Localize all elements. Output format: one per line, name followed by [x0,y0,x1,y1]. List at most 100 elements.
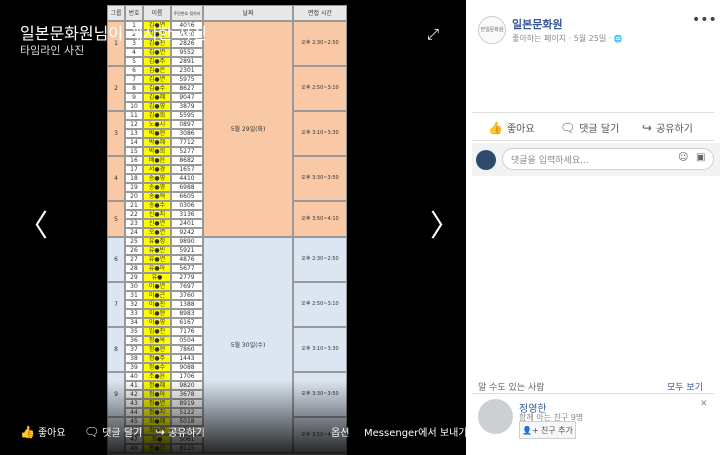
name-cell: 서●경 [143,165,171,174]
id-cell: 2891 [171,57,203,66]
name-cell: 유● [143,273,171,282]
row-number-cell: 27 [125,255,143,264]
row-number-cell: 15 [125,147,143,156]
id-cell: 9242 [171,228,203,237]
page-avatar[interactable]: 한일문화원 [478,16,506,44]
row-number-cell: 37 [125,345,143,354]
comment-button[interactable]: 🗨 댓글 달기 [560,120,619,135]
id-cell: 4410 [171,174,203,183]
messenger-send-button[interactable]: Messenger에서 보내기 [364,424,467,439]
time-cell: 오후 3:50~4:10 [293,201,347,237]
row-number-cell: 21 [125,201,143,210]
table-header-cell: 주민번호 뒷자리 [171,5,203,21]
name-cell: 김●연 [143,75,171,84]
name-cell: 박●혜 [143,138,171,147]
name-cell: 임●진 [143,327,171,336]
like-label: 좋아요 [506,124,535,135]
row-number-cell: 18 [125,174,143,183]
comment-label: 댓글 달기 [579,124,620,135]
next-arrow-icon[interactable]: 〉 [430,212,460,242]
page-name-link[interactable]: 일본문화원 [512,16,563,32]
viewer-title: 일본문화원님이 게시한 사진 [20,24,207,43]
bottom-gradient [0,380,466,455]
row-number-cell: 11 [125,111,143,120]
row-number-cell: 5 [125,57,143,66]
row-number-cell: 38 [125,354,143,363]
group-cell: 3 [107,111,125,156]
thumbs-up-icon: 👍 [488,121,503,135]
name-cell: 유●연 [143,255,171,264]
time-cell: 오후 3:10~3:30 [293,327,347,372]
time-cell: 오후 2:50~3:10 [293,66,347,111]
id-cell: 0306 [171,201,203,210]
share-button[interactable]: ↪ 공유하기 [642,120,693,135]
user-avatar[interactable] [476,150,496,170]
id-cell: 3136 [171,210,203,219]
row-number-cell: 32 [125,300,143,309]
expand-icon[interactable]: ⤢ [427,25,439,43]
id-cell: 0897 [171,120,203,129]
id-cell: 7176 [171,327,203,336]
row-number-cell: 19 [125,183,143,192]
share-icon: ↪ [642,121,653,135]
row-number-cell: 9 [125,93,143,102]
id-cell: 9890 [171,237,203,246]
row-number-cell: 26 [125,246,143,255]
row-number-cell: 34 [125,318,143,327]
post-meta-text: 좋아하는 페이지 · 5월 25일 · [512,34,614,43]
name-cell: 송●수 [143,201,171,210]
row-number-cell: 10 [125,102,143,111]
viewer-like-button[interactable]: 👍 좋아요 [20,424,66,439]
id-cell: 3760 [171,291,203,300]
prev-arrow-icon[interactable]: 〈 [18,212,48,242]
group-cell: 5 [107,201,125,237]
name-cell: 송●영 [143,174,171,183]
table-header-cell: 면접 시간 [293,5,347,21]
id-cell: 7712 [171,138,203,147]
row-number-cell: 22 [125,210,143,219]
name-cell: 유●빈 [143,246,171,255]
more-options-icon[interactable]: ••• [692,12,717,28]
id-cell: 0504 [171,336,203,345]
group-cell: 2 [107,66,125,111]
row-number-cell: 17 [125,165,143,174]
row-number-cell: 24 [125,228,143,237]
id-cell: 8627 [171,84,203,93]
name-cell: 박●희 [143,147,171,156]
name-cell: 신●지 [143,210,171,219]
table-header-cell: 번호 [125,5,143,21]
id-cell: 9047 [171,93,203,102]
id-cell: 1388 [171,300,203,309]
viewer-options-button[interactable]: 옵션 [331,424,349,439]
divider [472,112,714,113]
person-avatar[interactable] [478,399,513,434]
viewer-comment-label: 댓글 달기 [102,428,143,439]
divider [472,393,714,394]
time-cell: 오후 2:30~2:50 [293,21,347,66]
row-number-cell: 20 [125,192,143,201]
share-label: 공유하기 [656,124,693,135]
viewer-like-label: 좋아요 [37,428,66,439]
name-cell: 김●연 [143,48,171,57]
name-cell: 유●아 [143,264,171,273]
row-number-cell: 4 [125,48,143,57]
name-cell: 김●은 [143,66,171,75]
sticker-icon[interactable]: ▣ [696,152,705,163]
table-header-cell: 날짜 [203,5,293,21]
globe-icon: 🌐 [613,35,623,43]
add-friend-label: 친구 추가 [540,425,573,435]
id-cell: 8682 [171,156,203,165]
see-all-link[interactable]: 모두 보기 [667,380,703,393]
add-friend-button[interactable]: 👤+ 친구 추가 [519,421,576,439]
viewer-share-button[interactable]: ↪ 공유하기 [155,424,205,439]
name-cell: 정●주 [143,354,171,363]
row-number-cell: 16 [125,156,143,165]
viewer-comment-button[interactable]: 🗨 댓글 달기 [84,424,142,439]
emoji-icon[interactable]: ☺ [678,152,688,163]
row-number-cell: 28 [125,264,143,273]
like-button[interactable]: 👍 좋아요 [488,120,535,135]
id-cell: 5677 [171,264,203,273]
viewer-subtitle[interactable]: 타임라인 사진 [20,42,84,58]
close-icon[interactable]: ✕ [700,399,708,409]
id-cell: 5277 [171,147,203,156]
